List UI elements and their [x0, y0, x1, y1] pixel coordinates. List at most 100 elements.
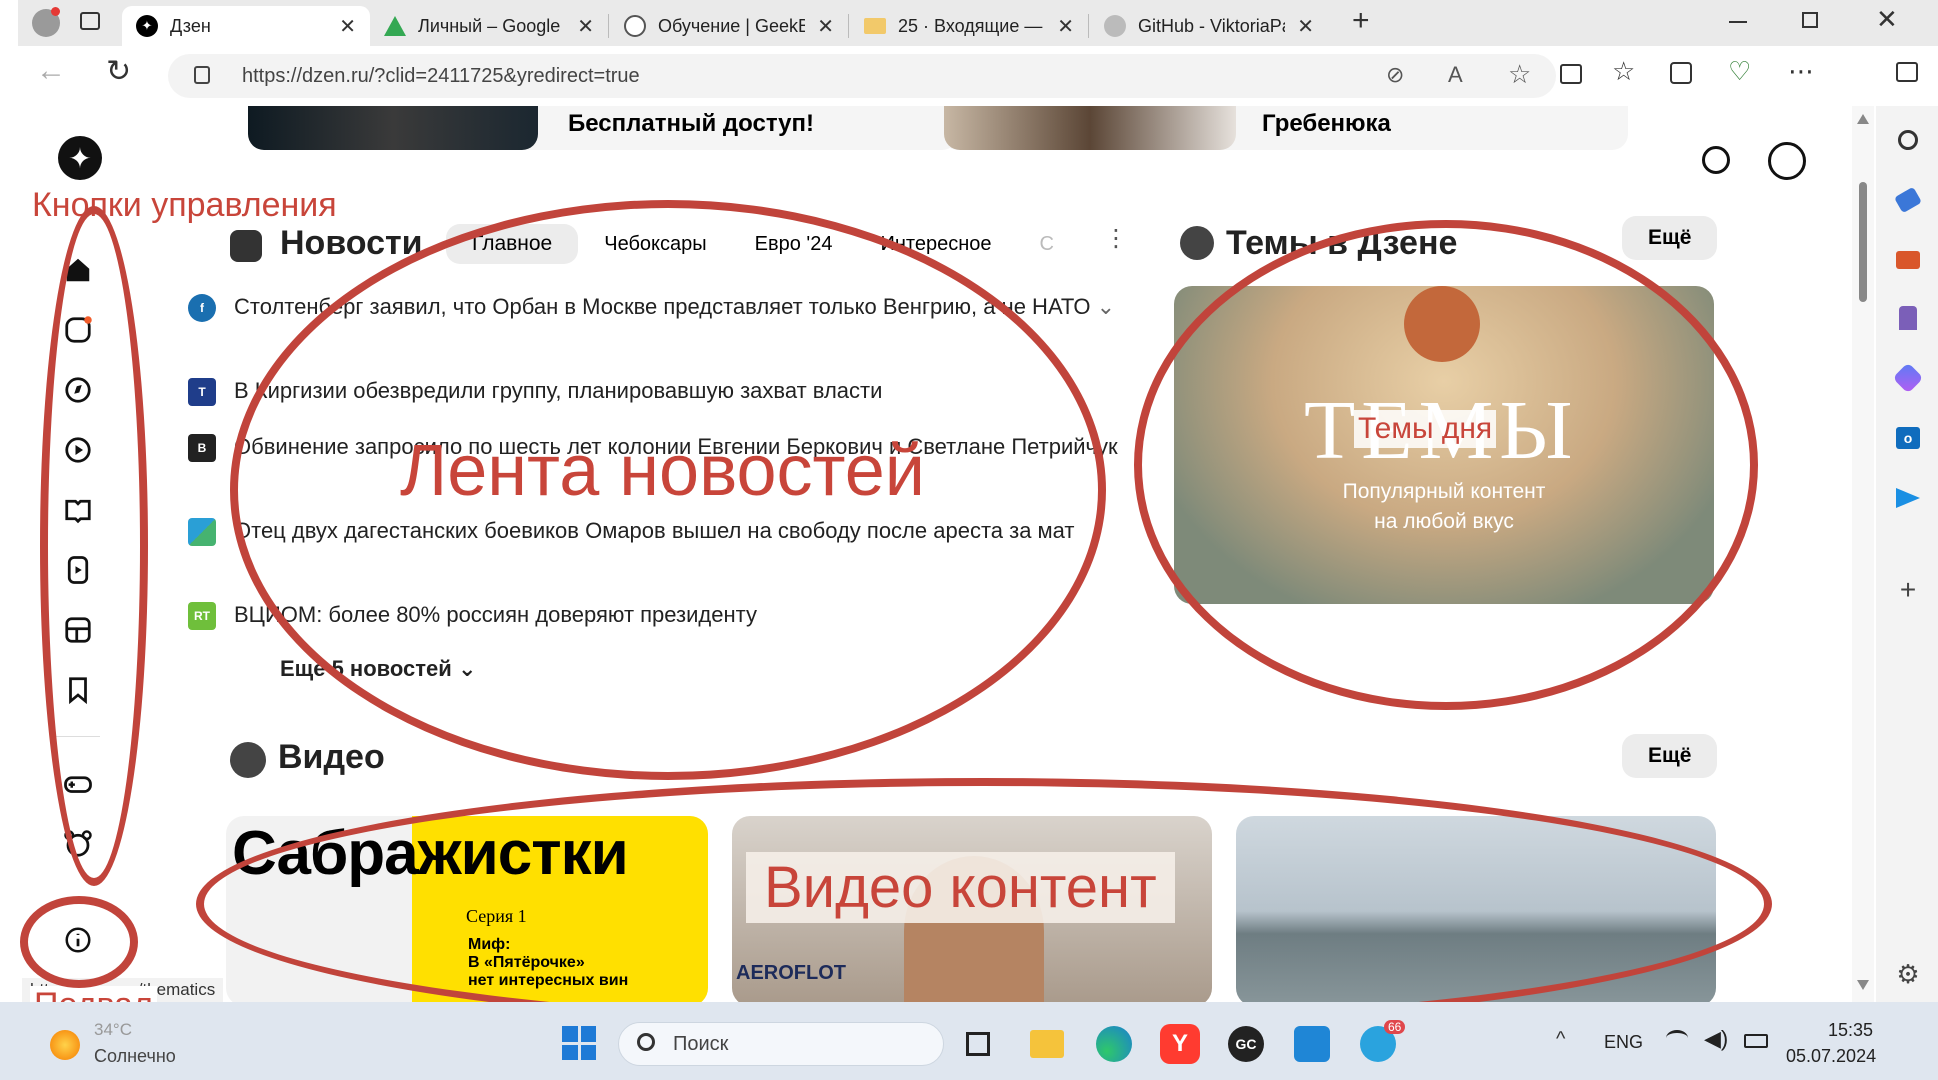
file-explorer-icon[interactable]	[1030, 1030, 1064, 1058]
news-tabs-menu-icon[interactable]: ⋮	[1104, 224, 1128, 253]
edge-search-icon[interactable]	[1894, 126, 1922, 154]
news-tab-more[interactable]: С	[1040, 233, 1054, 256]
add-sidebar-icon[interactable]: +	[1894, 574, 1922, 605]
wifi-icon[interactable]	[1666, 1030, 1688, 1046]
news-source-icon: RT	[188, 602, 216, 630]
more-menu-icon[interactable]: ⋯	[1788, 56, 1814, 87]
yandex-mail-icon	[864, 18, 886, 34]
weather-sun-icon[interactable]	[50, 1030, 80, 1060]
weather-temp: 34°C	[94, 1020, 132, 1039]
tab-github[interactable]: GitHub - ViktoriaParfeno ✕	[1090, 6, 1328, 46]
url-text[interactable]: https://dzen.ru/?clid=2411725&yredirect=…	[242, 65, 640, 88]
close-tab-icon[interactable]: ✕	[1057, 14, 1074, 39]
collections-icon[interactable]	[1670, 62, 1692, 84]
tab-google-drive[interactable]: Личный – Google Диск ✕	[370, 6, 608, 46]
tab-geekbrains[interactable]: Обучение | GeekBrains ✕	[610, 6, 848, 46]
scroll-thumb[interactable]	[1859, 182, 1867, 302]
annotation-ellipse-feed	[230, 200, 1106, 780]
video-title: Видео	[278, 738, 385, 776]
close-tab-icon[interactable]: ✕	[817, 14, 834, 39]
profile-avatar[interactable]	[32, 7, 60, 37]
vertical-scrollbar[interactable]	[1852, 106, 1874, 1002]
search-icon[interactable]	[1702, 146, 1730, 174]
dzen-icon: ✦	[136, 15, 158, 37]
windows-taskbar: 34°C Солнечно Поиск Y GC 66 ^ ENG ◀) 15:…	[0, 1002, 1938, 1080]
taskbar-search-icon	[637, 1033, 655, 1051]
shopping-tag-icon[interactable]	[1893, 186, 1923, 214]
tab-strip: ✦ Дзен ✕ Личный – Google Диск ✕ Обучение…	[18, 0, 1938, 46]
telegram-badge: 66	[1384, 1020, 1406, 1034]
annotation-ellipse-topics	[1134, 220, 1758, 710]
sidebar-toggle-icon[interactable]	[1896, 62, 1918, 82]
favorite-star-icon[interactable]: ☆	[1508, 59, 1531, 90]
edge-sidebar: o + ⚙	[1876, 106, 1938, 1002]
edge-icon[interactable]	[1096, 1026, 1132, 1062]
annotation-ellipse-video	[196, 778, 1772, 1030]
tray-chevron-up-icon[interactable]: ^	[1556, 1028, 1565, 1051]
games-chess-icon[interactable]	[1894, 304, 1922, 332]
clock-date[interactable]: 05.07.2024	[1786, 1046, 1876, 1067]
close-tab-icon[interactable]: ✕	[339, 14, 356, 39]
favorites-icon[interactable]: ☆	[1612, 56, 1635, 87]
tools-briefcase-icon[interactable]	[1894, 246, 1922, 274]
taskbar-search[interactable]: Поиск	[618, 1022, 944, 1066]
banner-left[interactable]: Бесплатный доступ!	[248, 106, 958, 150]
new-tab-icon[interactable]: +	[1352, 4, 1370, 38]
news-source-icon: f	[188, 294, 216, 322]
banner-left-image	[248, 106, 538, 150]
tracking-icon[interactable]: ⊘	[1386, 62, 1404, 88]
language-indicator[interactable]: ENG	[1604, 1032, 1643, 1053]
annotation-ellipse-controls	[40, 206, 148, 886]
yandex-browser-icon[interactable]: Y	[1160, 1024, 1200, 1064]
topics-compass-icon	[1180, 226, 1214, 260]
scroll-up-icon[interactable]	[1857, 114, 1869, 124]
tab-dzen[interactable]: ✦ Дзен ✕	[122, 6, 370, 46]
reload-icon[interactable]: ↻	[106, 54, 131, 89]
weather-desc: Солнечно	[94, 1046, 176, 1066]
banner-right-image	[944, 106, 1236, 150]
news-source-icon	[188, 518, 216, 546]
split-screen-icon[interactable]	[1560, 64, 1582, 84]
news-icon-heading	[230, 230, 262, 262]
scroll-down-icon[interactable]	[1857, 980, 1869, 990]
close-window-icon[interactable]: ✕	[1876, 4, 1898, 35]
taskview-icon[interactable]	[966, 1032, 990, 1056]
banner-left-text: Бесплатный доступ!	[568, 110, 814, 137]
browser-toolbar: ← ↻ https://dzen.ru/?clid=2411725&yredir…	[18, 46, 1938, 106]
news-title: Новости	[280, 224, 423, 262]
video-more-button[interactable]: Ещё	[1622, 734, 1718, 778]
close-tab-icon[interactable]: ✕	[577, 14, 594, 39]
back-icon[interactable]: ←	[36, 54, 66, 88]
vscode-icon[interactable]	[1294, 1026, 1330, 1062]
topics-more-button[interactable]: Ещё	[1622, 216, 1718, 260]
minimize-icon[interactable]	[1729, 21, 1747, 23]
tab-actions-icon[interactable]	[80, 12, 100, 30]
expand-chevron-icon[interactable]: ⌄	[1097, 294, 1115, 319]
tab-yandex-mail[interactable]: 25 · Входящие — Яндек ✕	[850, 6, 1088, 46]
close-tab-icon[interactable]: ✕	[1297, 14, 1314, 39]
annotation-ellipse-footer	[20, 896, 138, 988]
github-icon	[1104, 15, 1126, 37]
read-aloud-icon[interactable]: A	[1448, 62, 1463, 88]
gc-app-icon[interactable]: GC	[1228, 1026, 1264, 1062]
banner-right-text: Гребенюка	[1262, 110, 1391, 137]
clock-time[interactable]: 15:35	[1828, 1020, 1873, 1041]
volume-icon[interactable]: ◀)	[1704, 1026, 1728, 1052]
news-source-icon: T	[188, 378, 216, 406]
google-drive-icon	[384, 16, 406, 36]
annotation-controls: Кнопки управления	[28, 186, 341, 225]
account-icon[interactable]	[1768, 142, 1806, 180]
send-icon[interactable]	[1894, 484, 1922, 512]
banner-right[interactable]: Гребенюка	[942, 106, 1628, 150]
video-play-icon	[230, 742, 266, 778]
taskbar-search-text: Поиск	[673, 1033, 729, 1055]
windows-start-icon[interactable]	[562, 1026, 596, 1060]
settings-gear-icon[interactable]: ⚙	[1894, 959, 1922, 989]
restore-icon[interactable]	[1802, 12, 1818, 28]
outlook-icon[interactable]: o	[1894, 424, 1922, 452]
copilot-icon[interactable]	[1892, 362, 1924, 394]
lock-icon	[194, 66, 210, 84]
address-bar[interactable]: https://dzen.ru/?clid=2411725&yredirect=…	[168, 54, 1556, 98]
battery-icon[interactable]	[1744, 1034, 1768, 1048]
browser-essentials-icon[interactable]: ♡	[1728, 56, 1751, 87]
